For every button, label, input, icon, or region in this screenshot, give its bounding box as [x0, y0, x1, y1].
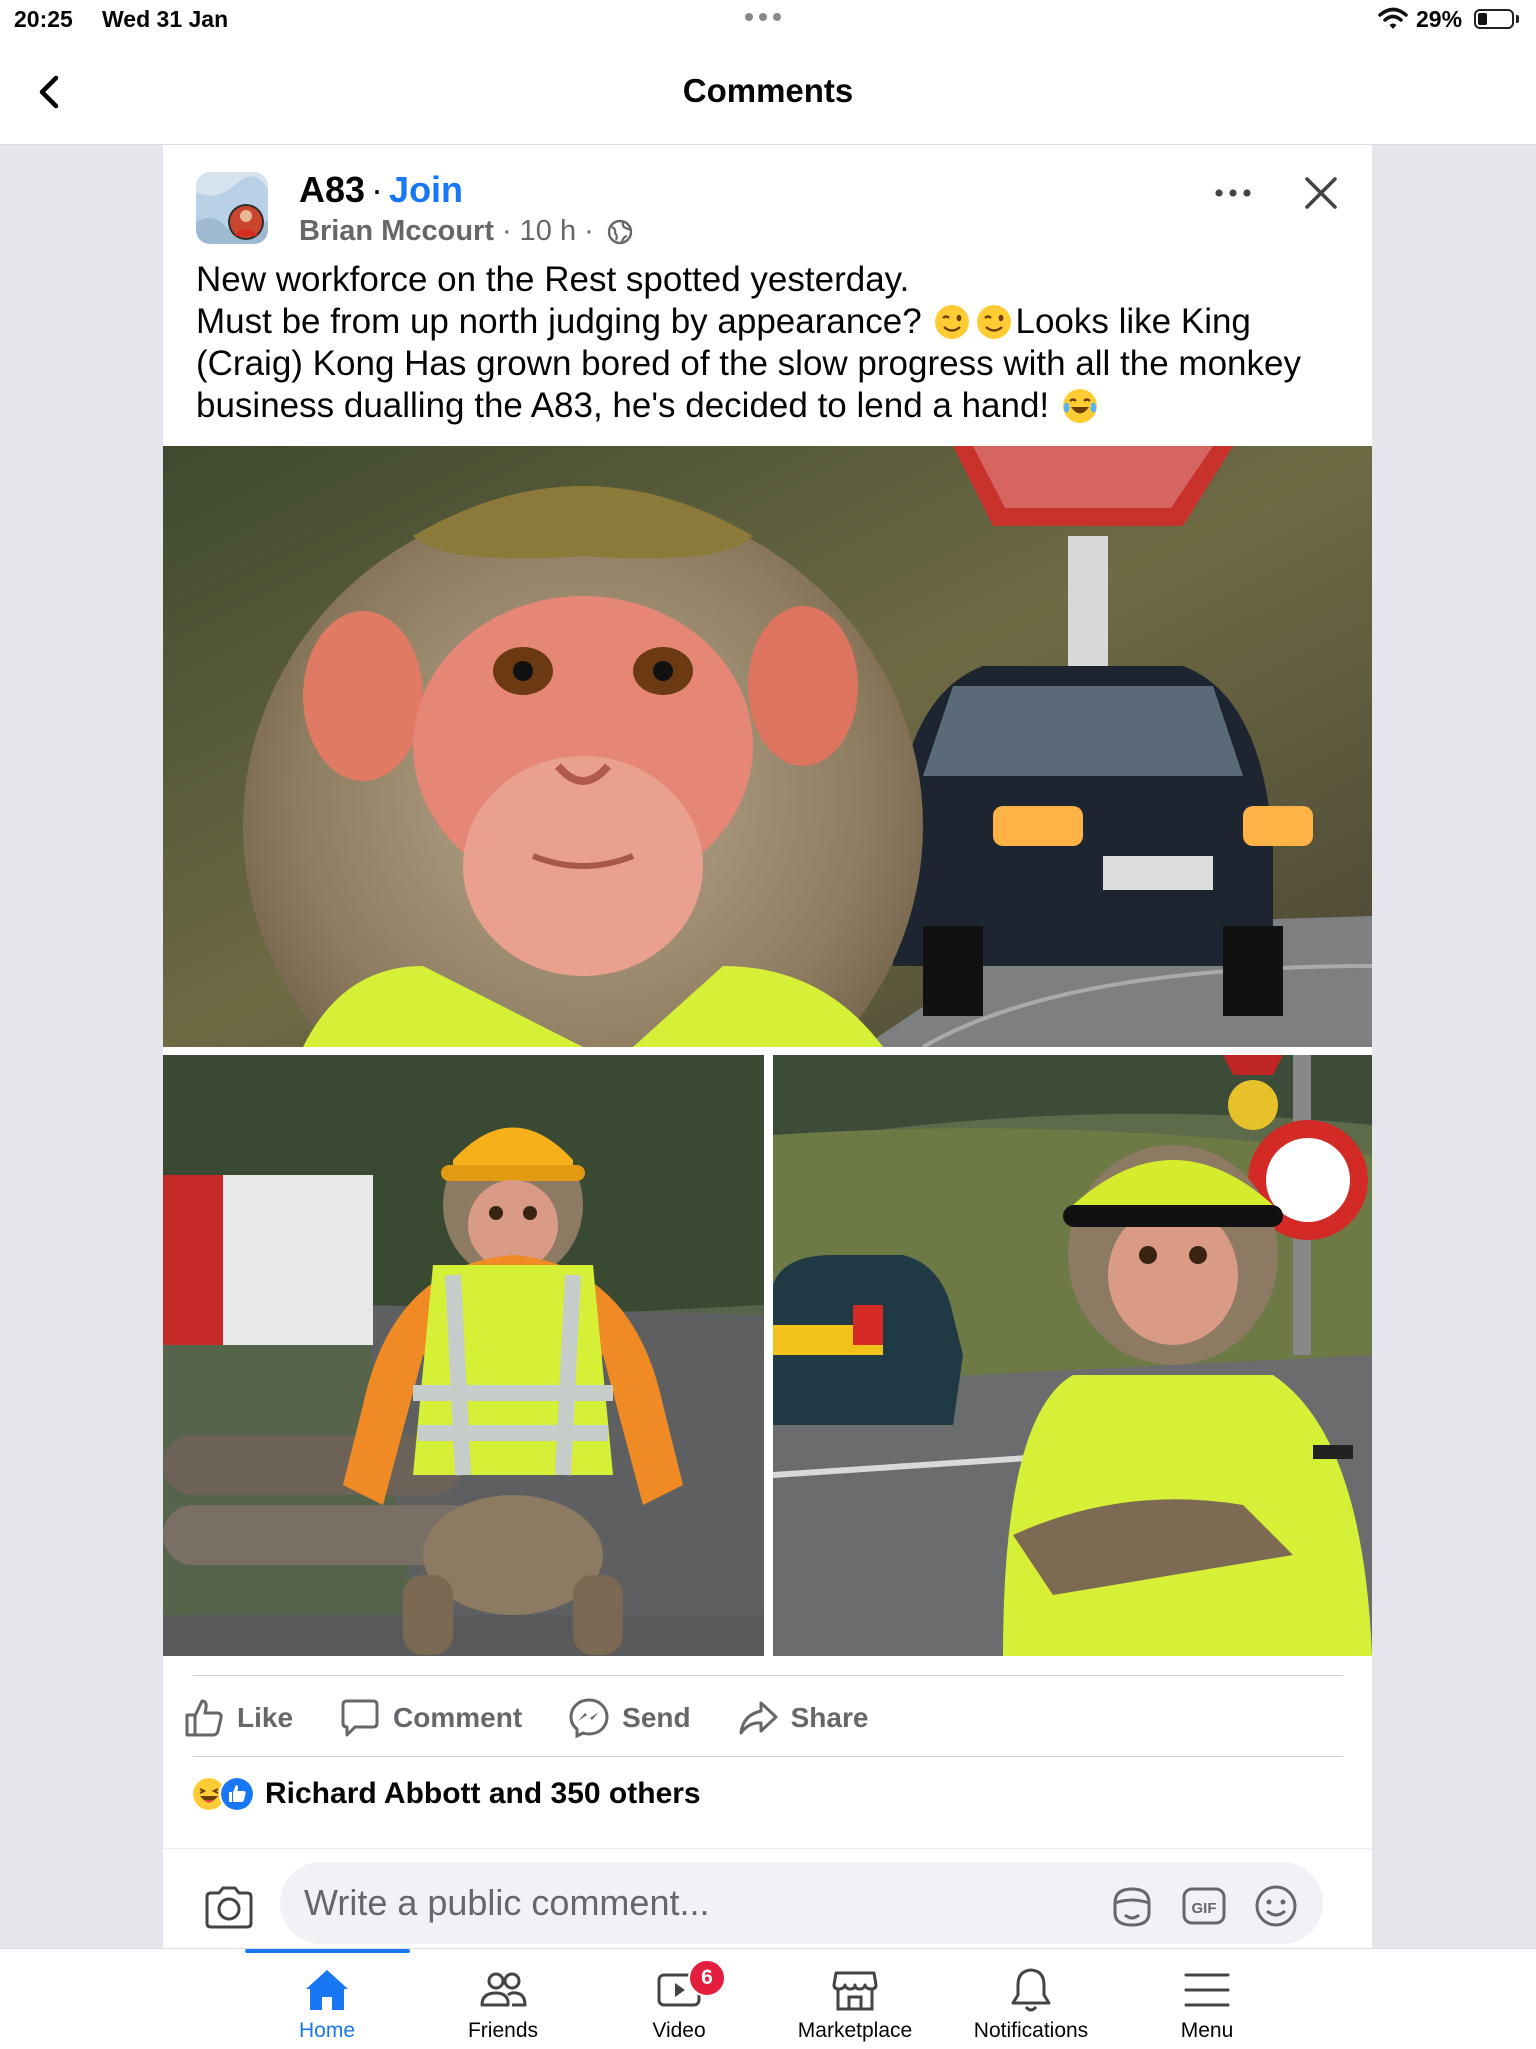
close-icon[interactable] — [1301, 173, 1341, 213]
globe-icon — [607, 219, 632, 244]
post-time[interactable]: 10 h — [520, 215, 576, 248]
post-image-1[interactable] — [163, 446, 1372, 1047]
battery-level — [1478, 13, 1487, 25]
share-button[interactable]: Share — [737, 1697, 869, 1739]
like-label: Like — [237, 1702, 294, 1733]
status-bar: 20:25 Wed 31 Jan 29% — [0, 0, 1536, 40]
more-options-icon[interactable] — [1213, 185, 1253, 201]
post-meta: Brian Mccourt · 10 h · — [299, 215, 634, 248]
winking-face-icon — [977, 305, 1012, 339]
camera-icon[interactable] — [203, 1885, 255, 1929]
comment-input[interactable] — [280, 1862, 1323, 1944]
header-bar: Comments — [0, 40, 1536, 145]
monkey-hi-vis-roadside-photo-icon — [773, 1055, 1372, 1656]
like-button[interactable]: Like — [183, 1697, 293, 1739]
author-name[interactable]: Brian Mccourt — [299, 215, 494, 248]
comment-bubble-icon — [341, 1699, 379, 1737]
like-reaction-icon — [219, 1776, 255, 1812]
tab-label: Home — [298, 2019, 356, 2042]
post-image-2[interactable] — [163, 1055, 764, 1656]
gif-icon[interactable]: GIF — [1181, 1883, 1227, 1929]
monkey-closeup-photo-icon — [163, 446, 1372, 1047]
post-body: New workforce on the Rest spotted yester… — [196, 259, 1346, 427]
home-icon — [306, 1970, 348, 2010]
status-time: 20:25 — [14, 6, 73, 32]
emoji-icon[interactable] — [1253, 1883, 1299, 1929]
tab-menu[interactable]: Menu — [1132, 1949, 1282, 2049]
post-image-3[interactable] — [773, 1055, 1372, 1656]
post-text-line: Must be from up north judging by appeara… — [196, 302, 922, 341]
divider — [193, 1675, 1343, 1676]
post-text-line: (Craig) Kong Has grown bored of the slow… — [196, 344, 1301, 383]
tab-label: Video — [652, 2019, 706, 2042]
reactions-text: Richard Abbott and 350 others — [265, 1777, 701, 1810]
wifi-icon — [1378, 7, 1408, 29]
friends-icon — [480, 1972, 527, 2007]
monkey-hi-vis-seated-photo-icon — [163, 1055, 764, 1656]
messenger-icon — [569, 1698, 609, 1739]
post-text-line: Looks like King — [1015, 302, 1251, 341]
reactions-summary[interactable]: Richard Abbott and 350 others — [191, 1776, 701, 1812]
comment-button[interactable]: Comment — [339, 1697, 522, 1739]
share-arrow-icon — [739, 1701, 778, 1735]
status-date: Wed 31 Jan — [102, 6, 229, 32]
tab-notifications[interactable]: Notifications — [956, 1949, 1106, 2049]
bell-icon — [1011, 1968, 1051, 2012]
join-link[interactable]: Join — [389, 169, 463, 210]
battery-cap — [1516, 15, 1519, 23]
tab-marketplace[interactable]: Marketplace — [780, 1949, 930, 2049]
tab-friends[interactable]: Friends — [428, 1949, 578, 2049]
tab-label: Notifications — [973, 2019, 1089, 2042]
group-title: A83 · Join — [299, 169, 464, 210]
avatar-sticker-icon[interactable] — [1109, 1883, 1155, 1929]
winking-face-icon — [935, 305, 970, 339]
comment-label: Comment — [393, 1702, 523, 1733]
marketplace-icon — [832, 1971, 878, 2011]
video-badge: 6 — [688, 1959, 726, 1997]
group-avatar[interactable] — [196, 172, 268, 244]
tab-label: Friends — [467, 2019, 539, 2042]
tab-label: Menu — [1180, 2019, 1234, 2042]
thumbs-up-icon — [185, 1699, 223, 1737]
group-name-link[interactable]: A83 — [299, 169, 365, 210]
post-text-line: New workforce on the Rest spotted yester… — [196, 260, 910, 299]
battery-icon — [1474, 9, 1514, 29]
battery-percent: 29% — [1416, 6, 1463, 32]
svg-text:GIF: GIF — [1192, 1900, 1217, 1917]
multitasking-dots-icon[interactable] — [745, 13, 781, 21]
tab-video[interactable]: Video 6 — [604, 1949, 754, 2049]
share-label: Share — [790, 1702, 869, 1733]
send-button[interactable]: Send — [568, 1697, 691, 1739]
tab-label: Marketplace — [797, 2019, 913, 2042]
divider — [193, 1756, 1343, 1757]
send-label: Send — [622, 1702, 691, 1733]
menu-icon — [1184, 1973, 1230, 2007]
tears-of-joy-icon — [1062, 389, 1097, 423]
comment-composer: GIF — [163, 1848, 1372, 1949]
post-actions: Like Comment Send Share — [183, 1688, 914, 1748]
post-card: A83 · Join Brian Mccourt · 10 h · New work… — [163, 145, 1372, 1949]
page-title: Comments — [682, 72, 854, 109]
tab-home[interactable]: Home — [252, 1949, 402, 2049]
post-text-line: business dualling the A83, he's decided … — [196, 386, 1050, 425]
bottom-tab-bar: Home Friends Video 6 Marketplace Notific… — [0, 1948, 1536, 2049]
